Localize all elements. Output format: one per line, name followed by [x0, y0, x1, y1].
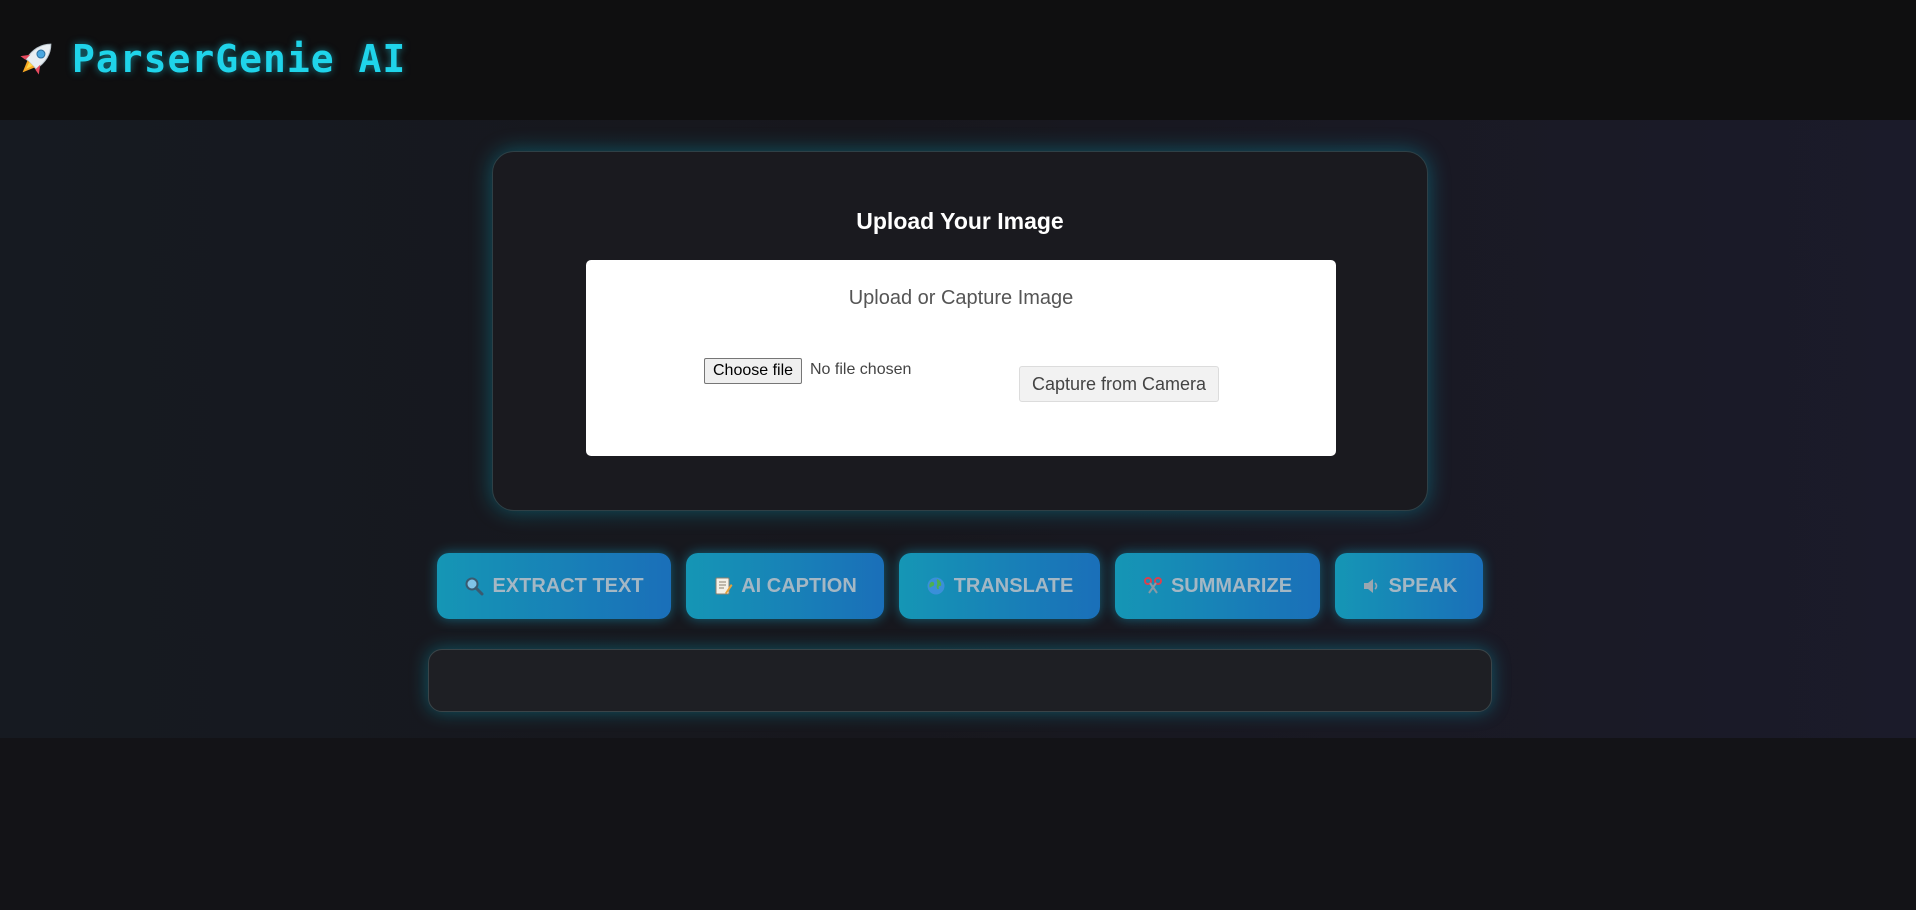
- upload-box: Upload or Capture Image Choose file No f…: [586, 260, 1336, 456]
- rocket-icon: [14, 34, 58, 84]
- speak-label: SPEAK: [1388, 574, 1458, 597]
- brand: ParserGenie AI: [14, 34, 406, 84]
- app-title: ParserGenie AI: [72, 37, 407, 81]
- upload-card: Upload Your Image Upload or Capture Imag…: [492, 151, 1428, 511]
- summarize-button[interactable]: SUMMARIZE: [1115, 553, 1320, 619]
- upload-heading: Upload Your Image: [856, 208, 1064, 234]
- memo-icon: [713, 576, 733, 596]
- app-header: ParserGenie AI: [0, 0, 1916, 120]
- speaker-icon: [1361, 576, 1381, 596]
- output-box: [428, 649, 1492, 712]
- magnifier-icon: [464, 576, 484, 596]
- capture-camera-button[interactable]: Capture from Camera: [1019, 366, 1219, 402]
- translate-label: TRANSLATE: [953, 574, 1074, 597]
- ai-caption-button[interactable]: AI CAPTION: [686, 553, 884, 619]
- scissors-icon: [1143, 576, 1163, 596]
- ai-caption-label: AI CAPTION: [741, 574, 857, 597]
- upload-box-title: Upload or Capture Image: [848, 287, 1074, 309]
- extract-text-button[interactable]: EXTRACT TEXT: [437, 553, 671, 619]
- globe-icon: [926, 576, 946, 596]
- extract-text-label: EXTRACT TEXT: [492, 574, 644, 597]
- summarize-label: SUMMARIZE: [1170, 574, 1293, 597]
- choose-file-button[interactable]: Choose file: [704, 358, 803, 384]
- translate-button[interactable]: TRANSLATE: [899, 553, 1100, 619]
- file-status-text: No file chosen: [810, 361, 912, 378]
- speak-button[interactable]: SPEAK: [1335, 553, 1483, 619]
- action-buttons-row: EXTRACT TEXT AI CAPTION TRANSLATE SUMMAR…: [0, 553, 1916, 619]
